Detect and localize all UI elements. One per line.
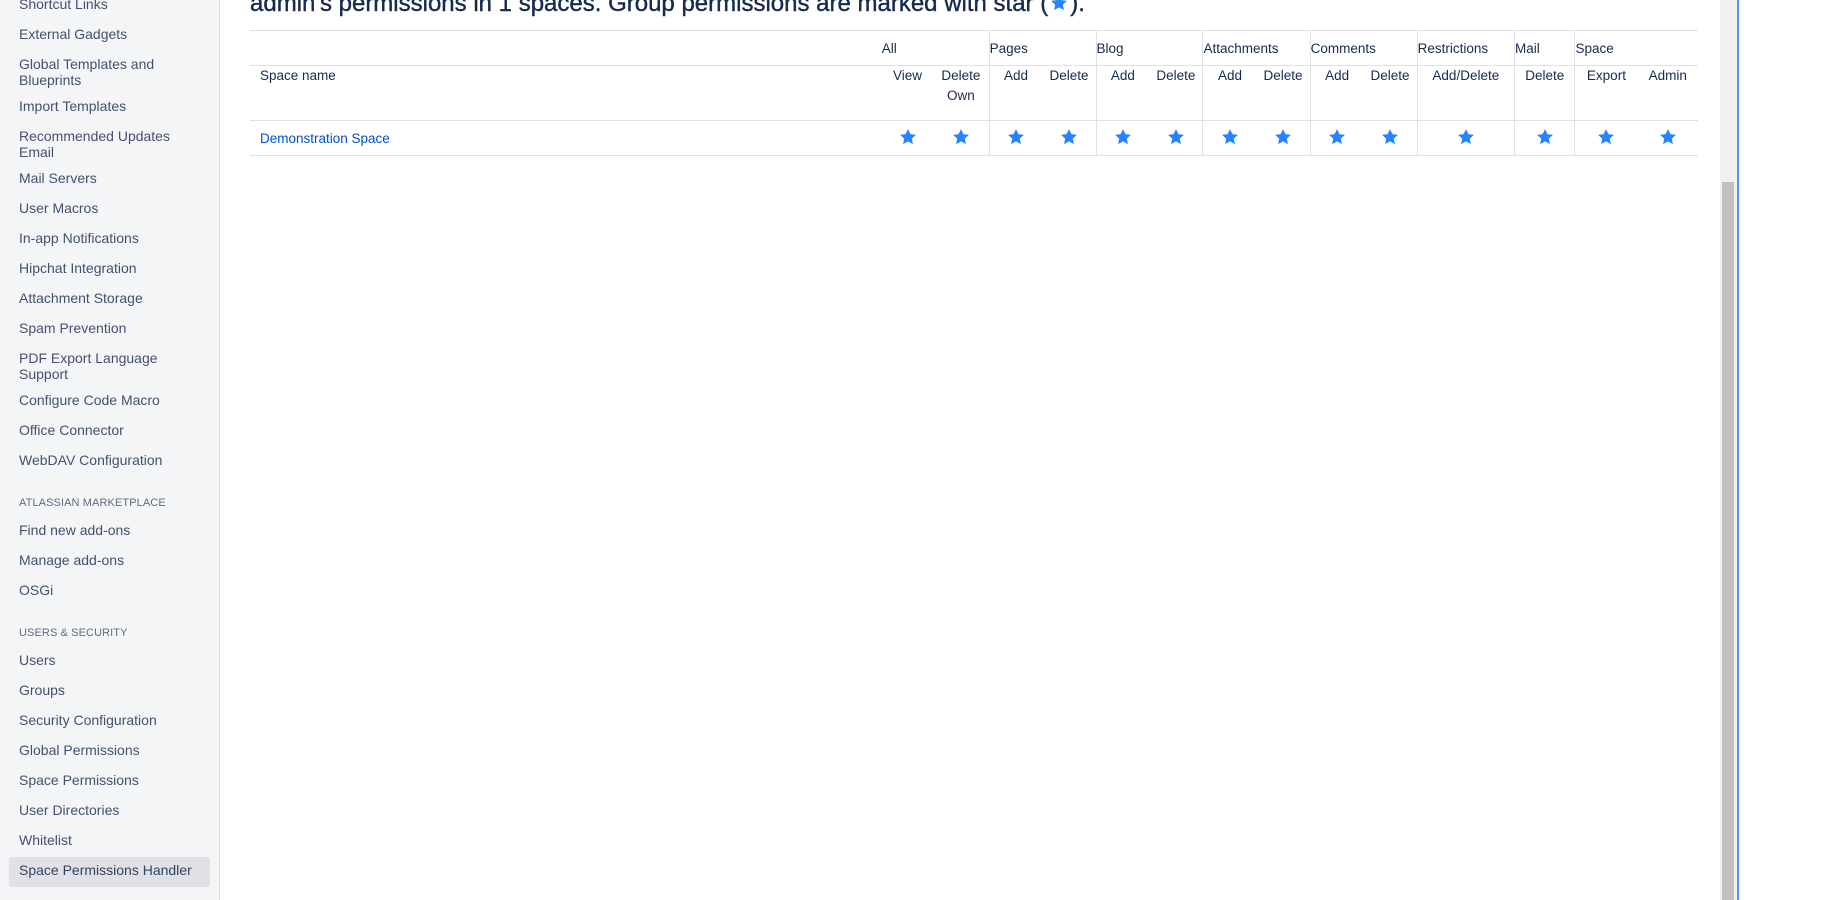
- heading-prefix: admin's permissions in 1 spaces. Group p…: [250, 0, 1049, 17]
- sidebar-item-in-app-notifications[interactable]: In-app Notifications: [9, 225, 210, 255]
- table-row: Demonstration Space: [250, 120, 1698, 156]
- star-icon: [1275, 128, 1291, 144]
- group-header-empty: [250, 30, 882, 66]
- admin-sidebar: Shortcut Links External Gadgets Global T…: [0, 0, 220, 900]
- column-header-all-delete-own: Delete Own: [933, 65, 990, 121]
- sidebar-item-configure-code-macro[interactable]: Configure Code Macro: [9, 387, 210, 417]
- vertical-scrollbar-thumb[interactable]: [1722, 182, 1734, 900]
- sidebar-item-hipchat-integration[interactable]: Hipchat Integration: [9, 255, 210, 285]
- group-header-pages: Pages: [988, 30, 1097, 66]
- sidebar-section-users-security: USERS & SECURITY: [19, 627, 128, 639]
- star-icon: [1536, 128, 1553, 144]
- star-icon: [1659, 128, 1676, 144]
- heading-suffix: ).: [1070, 0, 1085, 17]
- group-header-blog: Blog: [1095, 30, 1203, 66]
- perm-cell-mail-delete: [1513, 120, 1575, 156]
- sidebar-item-users[interactable]: Users: [9, 647, 210, 677]
- sidebar-item-webdav-configuration[interactable]: WebDAV Configuration: [9, 447, 210, 477]
- page-heading: admin's permissions in 1 spaces. Group p…: [250, 0, 1085, 18]
- perm-cell-restrictions-add-delete: [1416, 120, 1515, 156]
- space-name-cell: Demonstration Space: [250, 120, 882, 156]
- group-header-space: Space: [1574, 30, 1698, 66]
- group-header-restrictions: Restrictions: [1416, 30, 1515, 66]
- column-header-restrictions-add-delete: Add/Delete: [1416, 65, 1515, 121]
- column-header-blog-delete: Delete: [1149, 65, 1203, 121]
- perm-cell-pages-delete: [1042, 120, 1097, 156]
- sidebar-item-office-connector[interactable]: Office Connector: [9, 417, 210, 447]
- perm-cell-all-view: [881, 120, 934, 156]
- sidebar-item-shortcut-links[interactable]: Shortcut Links: [9, 0, 210, 21]
- star-icon: [1167, 128, 1184, 144]
- column-header-pages-add: Add: [988, 65, 1043, 121]
- column-header-attachments-delete: Delete: [1256, 65, 1311, 121]
- sidebar-item-osgi[interactable]: OSGi: [9, 577, 210, 607]
- perm-cell-comments-delete: [1363, 120, 1418, 156]
- star-icon: [1222, 128, 1238, 144]
- column-header-mail-delete: Delete: [1513, 65, 1575, 121]
- column-header-space-name: Space name: [250, 65, 882, 121]
- sidebar-item-whitelist[interactable]: Whitelist: [9, 827, 210, 857]
- column-header-attachments-add: Add: [1202, 65, 1257, 121]
- star-icon: [1115, 128, 1131, 144]
- sidebar-item-find-new-addons[interactable]: Find new add-ons: [9, 517, 210, 547]
- group-header-comments: Comments: [1309, 30, 1418, 66]
- sidebar-item-external-gadgets[interactable]: External Gadgets: [9, 21, 210, 51]
- sidebar-item-attachment-storage[interactable]: Attachment Storage: [9, 285, 210, 315]
- group-permission-star-icon: [1051, 0, 1068, 11]
- sidebar-item-mail-servers[interactable]: Mail Servers: [9, 165, 210, 195]
- perm-cell-attachments-delete: [1256, 120, 1311, 156]
- sidebar-list: Shortcut Links External Gadgets Global T…: [0, 0, 219, 887]
- column-header-pages-delete: Delete: [1042, 65, 1097, 121]
- perm-cell-pages-add: [988, 120, 1043, 156]
- sidebar-item-groups[interactable]: Groups: [9, 677, 210, 707]
- column-header-comments-delete: Delete: [1363, 65, 1418, 121]
- sidebar-item-global-templates[interactable]: Global Templates and Blueprints: [9, 51, 210, 93]
- column-header-all-view: View: [881, 65, 934, 121]
- sidebar-item-space-permissions[interactable]: Space Permissions: [9, 767, 210, 797]
- sidebar-item-user-directories[interactable]: User Directories: [9, 797, 210, 827]
- permissions-table: All Pages Blog Attachments Comments Rest…: [250, 30, 1698, 156]
- star-icon: [1382, 128, 1398, 144]
- perm-cell-all-delete-own: [933, 120, 990, 156]
- main-content: admin's permissions in 1 spaces. Group p…: [250, 0, 1700, 900]
- perm-cell-attachments-add: [1202, 120, 1257, 156]
- sidebar-item-recommended-updates-email[interactable]: Recommended Updates Email: [9, 123, 210, 165]
- star-icon: [1457, 128, 1474, 144]
- perm-cell-comments-add: [1309, 120, 1364, 156]
- sidebar-item-security-configuration[interactable]: Security Configuration: [9, 707, 210, 737]
- space-link-demonstration-space[interactable]: Demonstration Space: [260, 131, 390, 146]
- perm-cell-blog-delete: [1149, 120, 1203, 156]
- sidebar-item-global-permissions[interactable]: Global Permissions: [9, 737, 210, 767]
- sidebar-section-marketplace: ATLASSIAN MARKETPLACE: [19, 497, 166, 509]
- sidebar-item-manage-addons[interactable]: Manage add-ons: [9, 547, 210, 577]
- sidebar-item-user-macros[interactable]: User Macros: [9, 195, 210, 225]
- perm-cell-space-export: [1574, 120, 1638, 156]
- column-header-comments-add: Add: [1309, 65, 1364, 121]
- group-header-mail: Mail: [1513, 30, 1575, 66]
- sidebar-item-space-permissions-handler[interactable]: Space Permissions Handler: [9, 857, 210, 887]
- perm-cell-blog-add: [1095, 120, 1150, 156]
- permission-column-header-row: Space name View Delete Own Add Delete Ad…: [250, 65, 1698, 121]
- permissions-table-body: Demonstration Space: [250, 120, 1698, 156]
- star-icon: [1061, 128, 1077, 144]
- group-header-all: All: [881, 30, 990, 66]
- sidebar-item-spam-prevention[interactable]: Spam Prevention: [9, 315, 210, 345]
- column-header-space-admin: Admin: [1637, 65, 1698, 121]
- star-icon: [1008, 128, 1024, 144]
- group-header-attachments: Attachments: [1202, 30, 1311, 66]
- content-frame-border: [1737, 0, 1739, 900]
- perm-cell-space-admin: [1637, 120, 1698, 156]
- sidebar-item-pdf-export-language[interactable]: PDF Export Language Support: [9, 345, 210, 387]
- column-header-space-export: Export: [1574, 65, 1638, 121]
- column-header-blog-add: Add: [1095, 65, 1150, 121]
- star-icon: [1329, 128, 1345, 144]
- star-icon: [899, 128, 916, 144]
- permission-group-header-row: All Pages Blog Attachments Comments Rest…: [250, 30, 1698, 66]
- star-icon: [953, 128, 969, 144]
- star-icon: [1598, 128, 1615, 144]
- sidebar-item-import-templates[interactable]: Import Templates: [9, 93, 210, 123]
